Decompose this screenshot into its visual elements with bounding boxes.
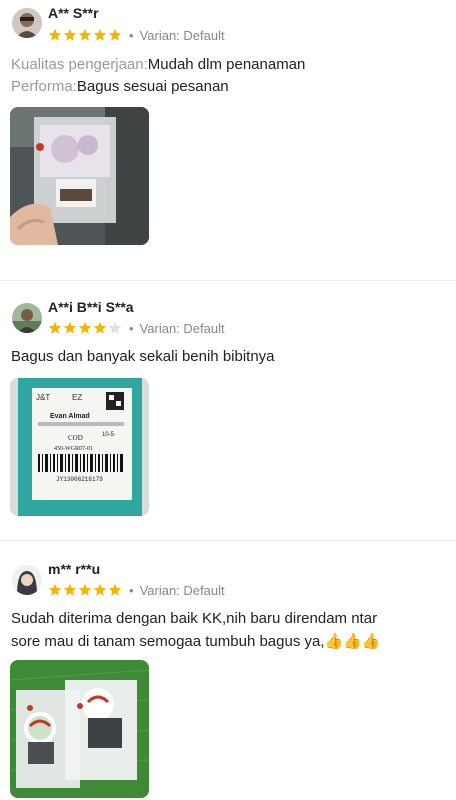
performance-label: Performa:: [11, 78, 77, 95]
performance-value: Bagus sesuai pesanan: [76, 78, 229, 95]
star-rating: [48, 321, 123, 335]
star-filled-icon: [93, 321, 107, 334]
label-code: EZ: [72, 393, 82, 402]
separator-dot: •: [129, 27, 134, 43]
reviewer-name: A**i B**i S**a: [48, 299, 134, 315]
star-filled-icon: [93, 28, 107, 41]
separator-dot: •: [129, 582, 134, 598]
label-brand: J&T: [36, 393, 50, 402]
star-rating: [48, 583, 123, 597]
star-filled-icon: [78, 583, 92, 596]
quality-label: Kualitas pengerjaan:: [11, 56, 148, 73]
label-route: 450-WGR07-01: [54, 446, 93, 452]
avatar[interactable]: [12, 565, 42, 595]
rating-row: • Varian: Default: [48, 581, 225, 599]
variant-label: Varian: Default: [139, 27, 225, 43]
review-photo[interactable]: [10, 660, 149, 798]
star-filled-icon: [48, 583, 62, 596]
review-photo[interactable]: J&T EZ Evan Almad 10-5 COD 450-WGR07-01 …: [10, 378, 149, 516]
separator-dot: •: [129, 320, 134, 336]
divider: [0, 280, 456, 281]
thumbs-up-emoji: 👍👍👍: [324, 632, 381, 650]
star-filled-icon: [78, 28, 92, 41]
variant-label: Varian: Default: [139, 582, 225, 598]
rating-row: • Varian: Default: [48, 26, 225, 44]
review-text-line-1: Sudah diterima dengan baik KK,nih baru d…: [11, 610, 378, 627]
divider: [0, 540, 456, 541]
review-photo[interactable]: [10, 107, 149, 245]
star-filled-icon: [63, 28, 77, 41]
star-filled-icon: [63, 583, 77, 596]
avatar[interactable]: [12, 8, 42, 38]
rating-row: • Varian: Default: [48, 319, 225, 337]
variant-label: Varian: Default: [139, 320, 225, 336]
star-filled-icon: [63, 321, 77, 334]
star-filled-icon: [48, 28, 62, 41]
star-filled-icon: [78, 321, 92, 334]
star-filled-icon: [93, 583, 107, 596]
review-text: Kualitas pengerjaan:Mudah dlm penanaman …: [11, 54, 305, 98]
label-weight: 10-5: [102, 432, 115, 438]
review-text-line-2: sore mau di tanam semogaa tumbuh bagus y…: [11, 633, 325, 650]
label-recipient: Evan Almad: [50, 413, 90, 420]
star-rating: [48, 28, 123, 42]
label-barcode-number: JY13006216179: [56, 476, 103, 483]
quality-value: Mudah dlm penanaman: [147, 56, 306, 73]
review-text: Sudah diterima dengan baik KK,nih baru d…: [11, 608, 381, 653]
star-filled-icon: [108, 28, 122, 41]
star-filled-icon: [108, 583, 122, 596]
review-text: Bagus dan banyak sekali benih bibitnya: [11, 348, 275, 365]
reviewer-name: A** S**r: [48, 5, 99, 21]
avatar[interactable]: [12, 303, 42, 333]
label-cod: COD: [68, 434, 83, 442]
star-filled-icon: [48, 321, 62, 334]
reviewer-name: m** r**u: [48, 561, 101, 577]
star-empty-icon: [108, 321, 122, 334]
